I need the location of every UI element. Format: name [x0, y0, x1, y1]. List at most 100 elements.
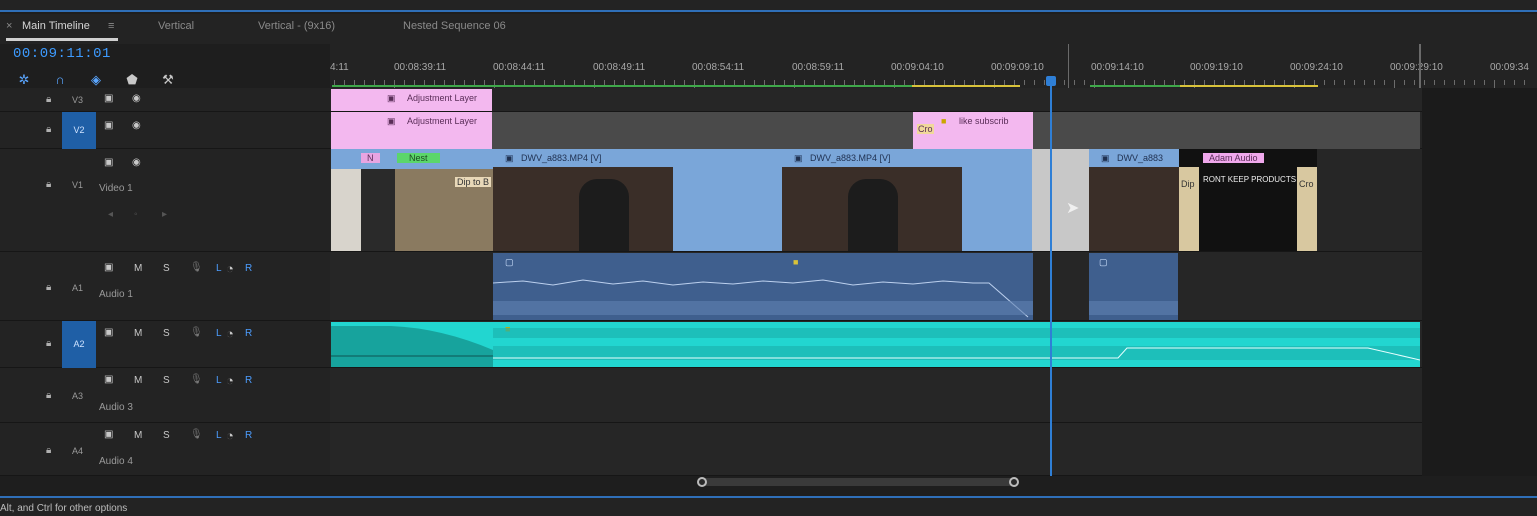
sync-lock-icon[interactable]: ▣: [104, 93, 113, 104]
time-ruler[interactable]: 4:11 00:08:39:11 00:08:44:11 00:08:49:11…: [330, 44, 1537, 88]
audio-clip-a1-2[interactable]: ▢: [1089, 253, 1178, 320]
lock-icon[interactable]: 🔒︎: [46, 445, 51, 456]
ruler-label: 00:08:59:11: [792, 62, 845, 73]
lock-icon[interactable]: 🔒︎: [46, 179, 51, 190]
playhead-handle[interactable]: [1046, 76, 1056, 86]
mute-button[interactable]: M: [134, 430, 142, 441]
sync-lock-icon[interactable]: ▣: [104, 327, 113, 338]
track-target-a2[interactable]: A2: [62, 321, 96, 368]
pan-knob-icon[interactable]: ◔: [226, 326, 234, 341]
lock-icon[interactable]: 🔒︎: [46, 94, 51, 105]
wrench-icon[interactable]: ⚒: [160, 72, 176, 88]
clip-dwv-2[interactable]: ▣ DWV_a883.MP4 [V]: [782, 149, 1032, 251]
eye-icon[interactable]: ◉: [132, 93, 141, 104]
zoom-handle-left[interactable]: [697, 477, 707, 487]
clip-adjustment-layer-v2[interactable]: ▣ Adjustment Layer: [331, 112, 492, 149]
mute-button[interactable]: M: [134, 263, 142, 274]
lock-icon[interactable]: 🔒︎: [46, 338, 51, 349]
track-id[interactable]: A4: [72, 446, 83, 456]
fx-icon: ▣: [387, 116, 396, 126]
lock-icon[interactable]: 🔒︎: [46, 390, 51, 401]
track-lane-a4[interactable]: [330, 423, 1422, 476]
ruler-tick: [1334, 80, 1335, 85]
timecode-display[interactable]: 00:09:11:01: [13, 46, 111, 62]
track-target-v2[interactable]: V2: [62, 112, 96, 149]
audio-clip-a1-1[interactable]: ▢ ■: [493, 253, 1033, 320]
ruler-label: 00:09:24:10: [1290, 62, 1343, 73]
marker-icon[interactable]: ⬟: [124, 72, 140, 88]
clip-like-subscribe[interactable]: Cro ■ like subscrib: [913, 112, 1033, 149]
track-id[interactable]: A1: [72, 283, 83, 293]
sequence-tabs: × Main Timeline ≡ Vertical Vertical - (9…: [0, 14, 1537, 44]
audio-clip-a2-1[interactable]: [331, 322, 493, 367]
solo-button[interactable]: S: [163, 430, 170, 441]
playhead[interactable]: [1050, 76, 1052, 476]
clip-nest[interactable]: N Nest Dip to B: [331, 149, 493, 251]
track-id[interactable]: V3: [72, 95, 83, 105]
track-header-a3: 🔒︎ A3 ▣ M S 🎙︎ L ◔ R Audio 3: [0, 368, 330, 423]
pan-left-label: L: [216, 263, 222, 274]
sync-lock-icon[interactable]: ▣: [104, 262, 113, 273]
tab-vertical-9x16[interactable]: Vertical - (9x16): [258, 20, 335, 32]
pan-knob-icon[interactable]: ◔: [226, 261, 234, 276]
ruler-label: 00:08:49:11: [593, 62, 646, 73]
audio-waveform: [493, 328, 1420, 361]
linked-selection-icon[interactable]: ∩: [52, 72, 68, 87]
track-lane-a3[interactable]: [330, 368, 1422, 423]
track-header-a1: 🔒︎ A1 ▣ M S 🎙︎ L ◔ R Audio 1: [0, 252, 330, 321]
pan-knob-icon[interactable]: ◔: [226, 428, 234, 443]
ruler-label: 00:09:09:10: [991, 62, 1044, 73]
clip-adam-audio[interactable]: Adam Audio Dip Cro RONT KEEP PRODUCTS: [1179, 149, 1317, 251]
next-keyframe-icon[interactable]: ▸: [162, 209, 167, 220]
track-id[interactable]: V1: [72, 180, 83, 190]
track-lane-v3[interactable]: [330, 88, 1422, 112]
audio-clip-a2-2[interactable]: ■: [493, 322, 1420, 367]
mic-icon[interactable]: 🎙︎: [190, 327, 203, 338]
mic-icon[interactable]: 🎙︎: [190, 374, 203, 385]
prev-keyframe-icon[interactable]: ◂: [108, 209, 113, 220]
track-header-v3: 🔒︎ V3 ▣ ◉: [0, 88, 330, 112]
ruler-label: 00:08:44:11: [493, 62, 546, 73]
mute-button[interactable]: M: [134, 328, 142, 339]
ruler-tick: [1504, 80, 1505, 85]
audio-waveform: [331, 326, 493, 367]
clip-dwv-3[interactable]: ▣ DWV_a883: [1089, 149, 1179, 251]
tab-main-timeline[interactable]: Main Timeline: [22, 20, 90, 32]
add-marker-icon[interactable]: ◈: [88, 72, 104, 88]
clip-adjustment-layer-v3[interactable]: ▣ Adjustment Layer: [331, 89, 492, 111]
zoom-handle-right[interactable]: [1009, 477, 1019, 487]
tab-vertical[interactable]: Vertical: [158, 20, 194, 32]
ruler-label: 4:11: [330, 62, 349, 73]
sync-lock-icon[interactable]: ▣: [104, 374, 113, 385]
clip-dwv-1[interactable]: ▣ DWV_a883.MP4 [V]: [493, 149, 782, 251]
add-keyframe-icon[interactable]: ◦: [134, 209, 138, 220]
track-name: Video 1: [99, 183, 133, 194]
sync-lock-icon[interactable]: ▣: [104, 120, 113, 131]
eye-icon[interactable]: ◉: [132, 157, 141, 168]
mic-icon[interactable]: 🎙︎: [190, 262, 203, 273]
sync-lock-icon[interactable]: ▣: [104, 157, 113, 168]
clip-label: Adam Audio: [1203, 153, 1264, 163]
eye-icon[interactable]: ◉: [132, 120, 141, 131]
clip-label: Dip: [1181, 179, 1195, 189]
tab-close-icon[interactable]: ×: [6, 20, 12, 32]
solo-button[interactable]: S: [163, 328, 170, 339]
solo-button[interactable]: S: [163, 375, 170, 386]
tab-nested-sequence-06[interactable]: Nested Sequence 06: [403, 20, 506, 32]
lock-icon[interactable]: 🔒︎: [46, 124, 51, 135]
sequence-end-line: [1419, 44, 1421, 88]
scrollbar-thumb[interactable]: [702, 478, 1014, 486]
tab-menu-icon[interactable]: ≡: [108, 20, 114, 32]
pan-knob-icon[interactable]: ◔: [226, 373, 234, 388]
mute-button[interactable]: M: [134, 375, 142, 386]
ruler-tick: [1344, 80, 1345, 85]
solo-button[interactable]: S: [163, 263, 170, 274]
track-id[interactable]: A3: [72, 391, 83, 401]
snap-icon[interactable]: ✲: [16, 72, 32, 88]
sync-lock-icon[interactable]: ▣: [104, 429, 113, 440]
v1-gap: [1032, 149, 1089, 251]
render-bar-yellow: [1180, 85, 1318, 87]
lock-icon[interactable]: 🔒︎: [46, 282, 51, 293]
thumbnail: [361, 169, 395, 251]
mic-icon[interactable]: 🎙︎: [190, 429, 203, 440]
